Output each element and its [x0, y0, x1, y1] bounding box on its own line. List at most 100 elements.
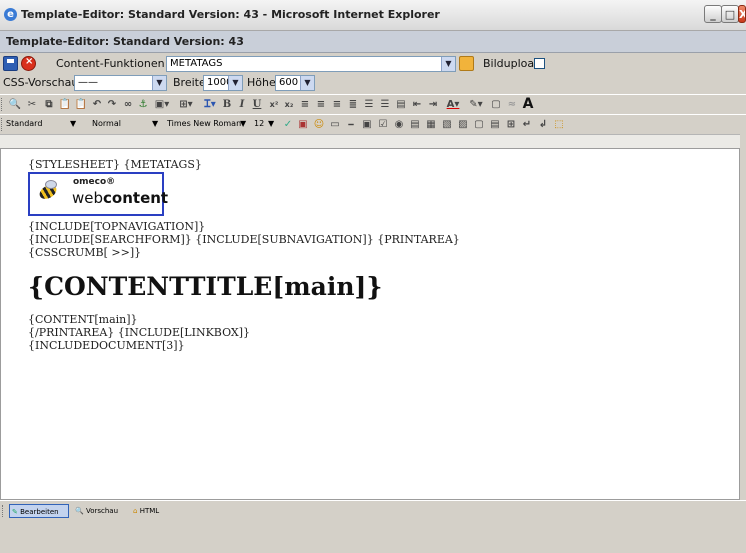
- bildupload-checkbox[interactable]: [534, 58, 545, 69]
- css-preview-value: ——: [78, 77, 98, 88]
- tab-edit[interactable]: ✎ Bearbeiten: [9, 504, 69, 518]
- close-button[interactable]: X: [738, 5, 746, 23]
- tab-preview-label: Vorschau: [85, 507, 119, 515]
- button-field-icon[interactable]: ▦: [425, 118, 437, 131]
- page-footer-space: [0, 521, 746, 553]
- logo-web-text: web: [72, 189, 104, 207]
- align-center-icon[interactable]: ≡: [315, 98, 327, 111]
- clean-icon[interactable]: ≈: [506, 98, 518, 111]
- html-icon: ⌂: [133, 507, 138, 515]
- table-icon[interactable]: ⊞▾: [176, 98, 196, 111]
- bullet-list-icon[interactable]: ☰: [379, 98, 391, 111]
- insert-icon[interactable]: [459, 56, 474, 71]
- css-preview-select[interactable]: —— ▼: [74, 75, 167, 91]
- justify-icon[interactable]: ≣: [347, 98, 359, 111]
- smiley-icon[interactable]: ☺: [313, 118, 325, 131]
- checkbox-icon[interactable]: ☑: [377, 118, 389, 131]
- ie-icon: e: [4, 8, 17, 21]
- div-icon[interactable]: ▤: [489, 118, 501, 131]
- redo-icon[interactable]: ↷: [106, 98, 118, 111]
- maximize-button[interactable]: □: [721, 5, 739, 23]
- spellcheck-icon[interactable]: ✓: [282, 118, 294, 131]
- logo-content-text: content: [103, 189, 169, 207]
- cut-icon[interactable]: ✂: [25, 98, 39, 111]
- special-char-icon[interactable]: Ꮖ▾: [200, 98, 220, 111]
- flash-icon[interactable]: ▣: [297, 118, 309, 131]
- style-toolbar: Standard ▼ Normal ▼ Times New Roman ▼ 12…: [0, 114, 746, 134]
- image-button-icon[interactable]: ▧: [441, 118, 453, 131]
- anchor-icon[interactable]: ⚓: [137, 98, 149, 111]
- toolbar-grip: [2, 505, 6, 517]
- link-icon[interactable]: ∞: [122, 98, 134, 111]
- size-dropdown[interactable]: 12 ▼: [254, 117, 282, 131]
- bildupload-label: Bildupload: [483, 57, 542, 70]
- cell-icon[interactable]: ↵: [521, 118, 533, 131]
- subscript-icon[interactable]: x₂: [283, 98, 295, 111]
- line-icon[interactable]: ⎯: [345, 118, 357, 131]
- select-all-icon[interactable]: ⬚: [553, 118, 565, 131]
- align-left-icon[interactable]: ≡: [299, 98, 311, 111]
- numbered-list-icon[interactable]: ☰: [363, 98, 375, 111]
- radio-icon[interactable]: ◉: [393, 118, 405, 131]
- superscript-icon[interactable]: x²: [268, 98, 280, 111]
- chevron-down-icon: ▼: [268, 119, 275, 128]
- editor-line-csscrumb: {CSSCRUMB[ >>]}: [28, 246, 142, 259]
- toolbar-grip: [1, 98, 5, 111]
- chevron-down-icon: ▼: [240, 119, 247, 128]
- italic-icon[interactable]: I: [237, 98, 247, 111]
- height-select[interactable]: 600 ▼: [275, 75, 315, 91]
- underline-icon[interactable]: U: [252, 98, 262, 111]
- chevron-down-icon: ▼: [152, 76, 166, 90]
- page-title: Template-Editor: Standard Version: 43: [6, 35, 244, 48]
- row-icon[interactable]: ↲: [537, 118, 549, 131]
- border-icon[interactable]: ▢: [490, 98, 502, 111]
- logo-omeco-text: omeco®: [73, 177, 116, 187]
- hidden-field-icon[interactable]: ▨: [457, 118, 469, 131]
- paste-icon[interactable]: 📋: [58, 98, 72, 111]
- align-right-icon[interactable]: ≡: [331, 98, 343, 111]
- tab-html[interactable]: ⌂ HTML: [131, 504, 176, 518]
- bee-icon: [34, 180, 60, 206]
- css-preview-label: CSS-Vorschau: [3, 76, 79, 89]
- table-props-icon[interactable]: ⊞: [505, 118, 517, 131]
- format-value: Normal: [92, 119, 121, 128]
- height-value: 600: [279, 77, 299, 88]
- editor-mode-bar: ✎ Bearbeiten 🔍 Vorschau ⌂ HTML: [0, 500, 746, 521]
- chevron-down-icon: ▼: [70, 119, 77, 128]
- highlight-icon[interactable]: ✎▾: [466, 98, 486, 111]
- save-icon[interactable]: [3, 56, 18, 71]
- paste-word-icon[interactable]: 📋: [74, 98, 88, 111]
- font-color-icon[interactable]: A▾: [443, 98, 463, 111]
- textarea-icon[interactable]: ▢: [473, 118, 485, 131]
- content-functions-label: Content-Funktionen: [56, 57, 165, 70]
- tab-preview[interactable]: 🔍 Vorschau: [73, 504, 128, 518]
- css-preview-row: CSS-Vorschau —— ▼ Breite: 1000 ▼ Höhe: 6…: [0, 74, 746, 92]
- content-functions-select[interactable]: METATAGS ▼: [166, 56, 456, 72]
- select-field-icon[interactable]: ▤: [409, 118, 421, 131]
- tab-html-label: HTML: [139, 507, 160, 515]
- editor-ruler: [0, 134, 740, 149]
- font-dropdown[interactable]: Times New Roman ▼: [167, 117, 251, 131]
- bold-icon[interactable]: B: [222, 98, 232, 111]
- outdent-icon[interactable]: ⇤: [411, 98, 423, 111]
- find-icon[interactable]: 🔍: [8, 98, 22, 111]
- form-icon[interactable]: ▤: [395, 98, 407, 111]
- page-header: Template-Editor: Standard Version: 43: [0, 31, 746, 53]
- style-dropdown[interactable]: Standard ▼: [6, 117, 86, 131]
- window-titlebar: e Template-Editor: Standard Version: 43 …: [0, 0, 746, 31]
- chevron-down-icon: ▼: [152, 119, 159, 128]
- minimize-button[interactable]: _: [704, 5, 722, 23]
- preview-icon: 🔍: [75, 507, 84, 515]
- undo-icon[interactable]: ↶: [91, 98, 103, 111]
- font-size-icon[interactable]: A: [521, 97, 535, 111]
- indent-icon[interactable]: ⇥: [427, 98, 439, 111]
- editor-line-content: {CONTENT[main]}: [28, 313, 138, 326]
- editor-line-searchform: {INCLUDE[SEARCHFORM]} {INCLUDE[SUBNAVIGA…: [28, 233, 460, 246]
- format-dropdown[interactable]: Normal ▼: [92, 117, 162, 131]
- image-icon[interactable]: ▣▾: [152, 98, 172, 111]
- textfield-icon[interactable]: ▣: [361, 118, 373, 131]
- width-select[interactable]: 1000 ▼: [203, 75, 243, 91]
- horizontal-rule-icon[interactable]: ▭: [329, 118, 341, 131]
- copy-icon[interactable]: ⧉: [42, 98, 56, 111]
- close-icon[interactable]: ×: [21, 56, 36, 71]
